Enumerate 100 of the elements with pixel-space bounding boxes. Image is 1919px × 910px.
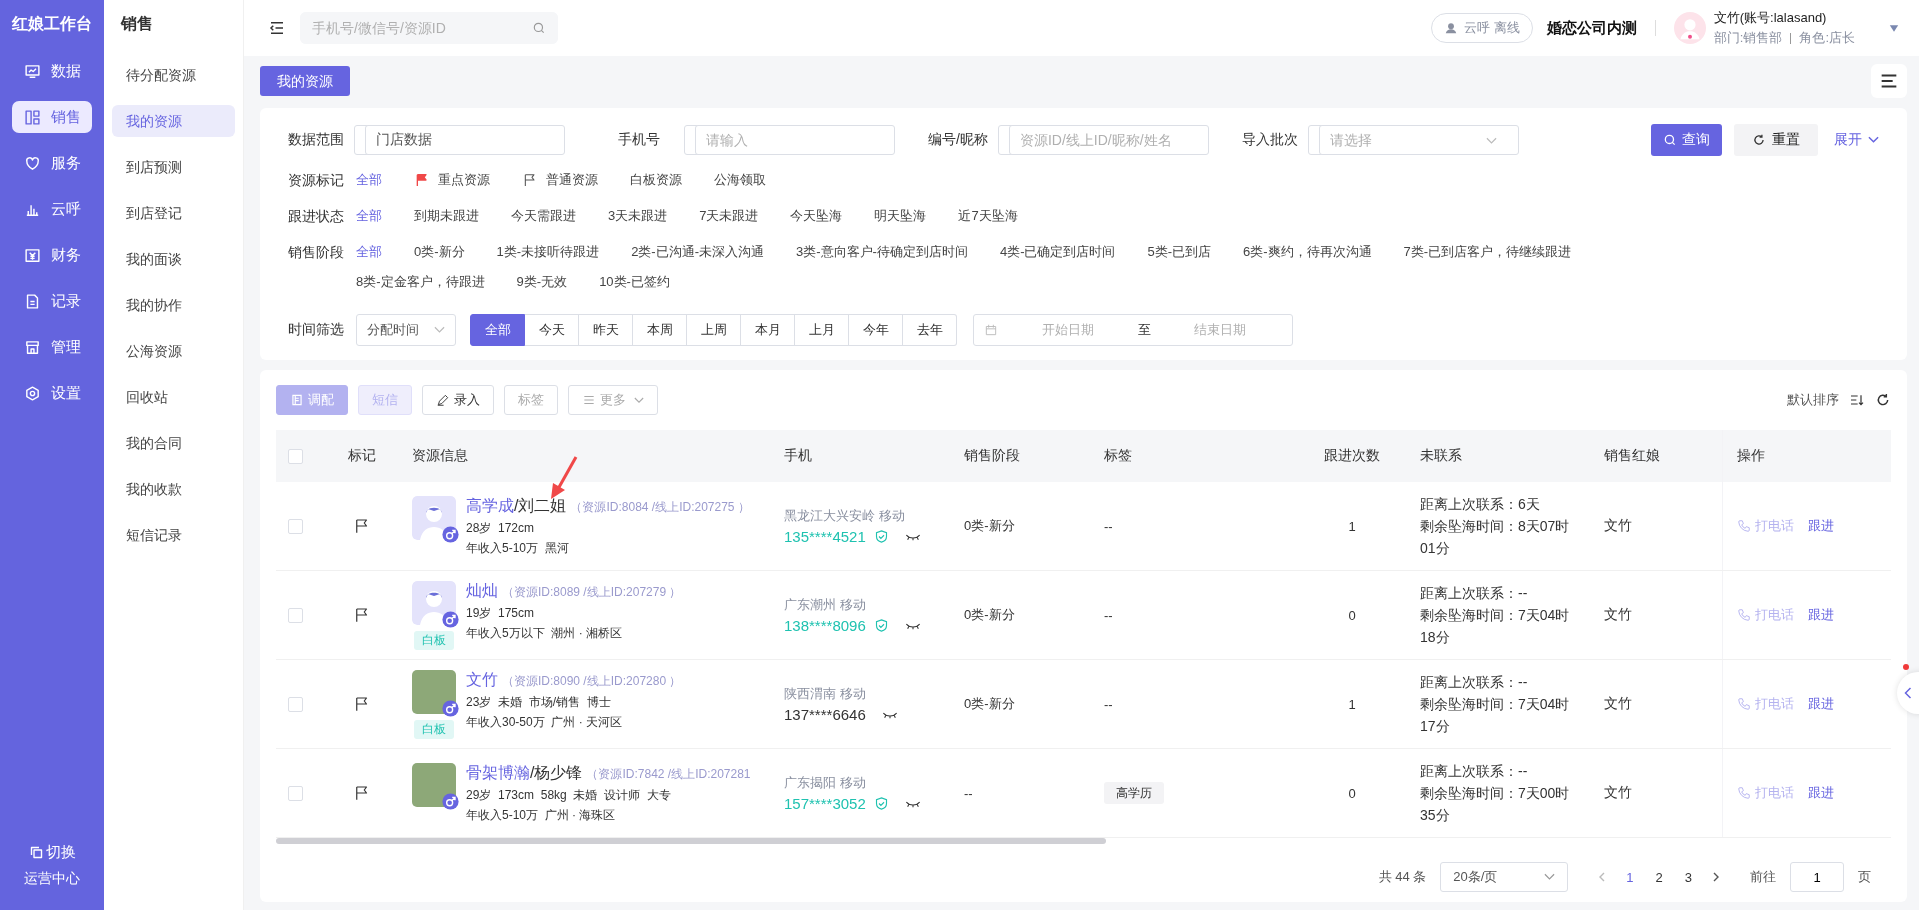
search-button[interactable]: 查询 [1651,124,1722,156]
input-field[interactable]: 资源ID/线上ID/昵称/姓名 [1008,125,1209,155]
sidebar-item[interactable]: 我的协作 [112,289,235,321]
customer-alias: /杨少锋 [530,762,583,783]
checkbox[interactable] [288,785,303,801]
checkbox[interactable] [288,518,303,534]
follow-count: 1 [1348,518,1356,534]
sort-icon[interactable] [1849,392,1865,408]
horizontal-scrollbar[interactable] [276,838,1106,844]
filter-option[interactable]: 0类-新分 [414,240,465,264]
follow-link[interactable]: 跟进 [1808,517,1834,535]
filter-option[interactable]: 明天坠海 [874,204,927,228]
sidebar-item[interactable]: 短信记录 [112,519,235,551]
follow-link[interactable]: 跟进 [1808,606,1834,624]
tab[interactable]: 我的资源 [260,66,350,96]
dropdown-caret-icon[interactable] [1889,23,1899,33]
sidebar-item[interactable]: 我的收款 [112,473,235,505]
sidebar-item[interactable]: 待分配资源 [112,59,235,91]
nav-item[interactable]: 财务 [12,239,92,271]
photo-placeholder [412,762,456,807]
page-number[interactable]: 3 [1680,869,1696,885]
nav-item[interactable]: 数据 [12,55,92,87]
segment-button[interactable]: 今天 [525,314,579,346]
customer-name-link[interactable]: 高学成 [466,495,514,517]
select-field[interactable]: 请选择 [1318,125,1519,155]
sidebar-item[interactable]: 到店登记 [112,197,235,229]
date-range-field[interactable]: 开始日期 至 结束日期 [973,314,1293,346]
nav-item[interactable]: 记录 [12,285,92,317]
filter-option[interactable]: 全部 [356,168,382,192]
filter-option[interactable]: 7天未跟进 [699,204,759,228]
filter-option[interactable]: 今天坠海 [790,204,843,228]
filter-option[interactable]: 重点资源 [414,168,490,192]
sidebar-item[interactable]: 我的合同 [112,427,235,459]
follow-link[interactable]: 跟进 [1808,784,1834,802]
customer-name-link[interactable]: 灿灿 [466,580,498,602]
input-field[interactable]: 请输入 [695,125,895,155]
section-title: 销售 [119,14,154,34]
filter-option[interactable]: 3类-意向客户-待确定到店时间 [796,240,968,264]
list-icon [582,393,596,407]
segment-button[interactable]: 上周 [687,314,741,346]
filter-option[interactable]: 6类-爽约，待再次沟通 [1243,240,1372,264]
sort-dropdown[interactable]: 默认排序 [1787,391,1839,409]
remaining-time: 剩余坠海时间：7天04时18分 [1420,606,1571,647]
sidebar-item[interactable]: 我的面谈 [112,243,235,275]
reset-button[interactable]: 重置 [1734,124,1818,156]
menu-button[interactable] [1871,64,1907,98]
filter-option[interactable]: 7类-已到店客户，待继续跟进 [1403,240,1572,264]
sidebar-item[interactable]: 回收站 [112,381,235,413]
filter-option[interactable]: 1类-未接听待跟进 [496,240,600,264]
sidebar-item[interactable]: 公海资源 [112,335,235,367]
page-number[interactable]: 1 [1622,869,1638,885]
sidebar-item[interactable]: 我的资源 [112,105,235,137]
sidebar-item[interactable]: 到店预测 [112,151,235,183]
checkbox[interactable] [288,607,303,623]
refresh-icon[interactable] [1875,392,1891,408]
nav-item[interactable]: 管理 [12,331,92,363]
select-field[interactable]: 分配时间 [356,314,456,346]
page-size-select[interactable]: 20条/页 [1440,862,1569,892]
segment-button[interactable]: 上月 [795,314,849,346]
nav-item[interactable]: 云呼 [12,193,92,225]
checkbox[interactable] [288,696,303,712]
refresh-icon [1752,133,1766,147]
filter-option[interactable]: 5类-已到店 [1147,240,1212,264]
customer-details: 28岁 172cm [466,519,536,537]
nav-item[interactable]: 设置 [12,377,92,409]
filter-option[interactable]: 2类-已沟通-未深入沟通 [631,240,764,264]
nav-item[interactable]: 服务 [12,147,92,179]
follow-link[interactable]: 跟进 [1808,695,1834,713]
filter-option[interactable]: 白板资源 [630,168,682,192]
customer-alias: /刘二姐 [514,495,567,516]
input-field[interactable]: 门店数据 [365,125,565,155]
filter-option[interactable]: 3天未跟进 [608,204,668,228]
toolbar-button[interactable]: 录入 [422,385,494,415]
filter-option[interactable]: 全部 [356,240,382,264]
page-input[interactable]: 1 [1790,862,1844,892]
page-number[interactable]: 2 [1651,869,1667,885]
segment-button[interactable]: 本周 [633,314,687,346]
checkbox[interactable] [288,448,303,464]
filter-option[interactable]: 公海领取 [714,168,766,192]
filter-option[interactable]: 10类-已签约 [599,270,670,294]
filter-option[interactable]: 到期未跟进 [414,204,479,228]
filter-option[interactable]: 4类-已确定到店时间 [999,240,1116,264]
filter-option[interactable]: 今天需跟进 [511,204,576,228]
switch-button[interactable]: 切换 [28,843,76,862]
filter-option[interactable]: 全部 [356,204,382,228]
filter-option[interactable]: 普通资源 [522,168,598,192]
nav-item[interactable]: 销售 [12,101,92,133]
segment-button[interactable]: 昨天 [579,314,633,346]
filter-option[interactable]: 9类-无效 [516,270,568,294]
filter-option[interactable]: 8类-定金客户，待跟进 [356,270,485,294]
filter-option[interactable]: 近7天坠海 [958,204,1018,228]
segment-button[interactable]: 本月 [741,314,795,346]
collapse-menu-icon[interactable] [268,19,286,37]
expand-link[interactable]: 展开 [1834,131,1879,149]
customer-name-link[interactable]: 文竹 [466,669,498,691]
segment-button[interactable]: 今年 [849,314,903,346]
filter-label: 导入批次 [1241,131,1298,149]
segment-button[interactable]: 全部 [470,314,525,346]
segment-button[interactable]: 去年 [903,314,957,346]
customer-name-link[interactable]: 骨架博瀚 [466,762,530,784]
